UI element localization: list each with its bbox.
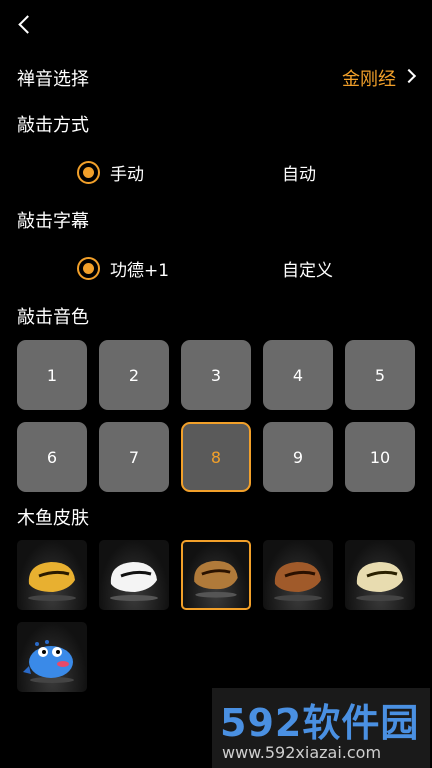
- tone-button-9[interactable]: 9: [263, 422, 333, 492]
- strike-caption-title: 敲击字幕: [17, 211, 89, 232]
- wood-fish-icon: [274, 562, 322, 601]
- tone-button-6[interactable]: 6: [17, 422, 87, 492]
- tone-button-3[interactable]: 3: [181, 340, 251, 410]
- radio-auto[interactable]: 自动: [282, 157, 316, 187]
- cream-fish-icon: [356, 562, 404, 601]
- strike-tone-title: 敲击音色: [17, 307, 89, 328]
- radio-manual-label: 手动: [110, 164, 144, 185]
- fish-skin-title: 木鱼皮肤: [17, 508, 89, 529]
- radio-merit-label: 功德+1: [110, 260, 170, 281]
- radio-selected-icon: [77, 256, 100, 280]
- skin-tile-blue-cartoon[interactable]: [17, 622, 87, 692]
- tone-button-10[interactable]: 10: [345, 422, 415, 492]
- blue-cartoon-fish-icon: [23, 640, 74, 683]
- tone-button-7[interactable]: 7: [99, 422, 169, 492]
- radio-manual[interactable]: 手动: [77, 157, 144, 187]
- radio-merit[interactable]: 功德+1: [77, 253, 169, 283]
- chevron-right-icon: [401, 68, 417, 84]
- strike-mode-options: 手动 自动: [0, 157, 432, 187]
- radio-auto-label: 自动: [282, 164, 316, 185]
- skin-tile-yellow[interactable]: [17, 540, 87, 610]
- skin-tile-white[interactable]: [99, 540, 169, 610]
- skin-tile-wood[interactable]: [263, 540, 333, 610]
- tone-button-2[interactable]: 2: [99, 340, 169, 410]
- watermark-url: www.592xiazai.com: [222, 743, 382, 762]
- tone-button-1[interactable]: 1: [17, 340, 87, 410]
- watermark-title: 592软件园: [220, 701, 420, 745]
- skin-tile-cream[interactable]: [345, 540, 415, 610]
- radio-selected-icon: [77, 160, 100, 184]
- strike-caption-options: 功德+1 自定义: [0, 253, 432, 283]
- tone-button-5[interactable]: 5: [345, 340, 415, 410]
- yellow-fish-icon: [28, 562, 76, 601]
- tone-button-8[interactable]: 8: [181, 422, 251, 492]
- zen-sound-value[interactable]: 金刚经: [342, 65, 396, 91]
- skin-tile-bronze[interactable]: [181, 540, 251, 610]
- watermark: 592软件园 www.592xiazai.com: [212, 688, 430, 768]
- bronze-fish-icon: [194, 560, 238, 598]
- tone-button-4[interactable]: 4: [263, 340, 333, 410]
- radio-custom[interactable]: 自定义: [282, 253, 333, 283]
- zen-sound-row[interactable]: 禅音选择 金刚经: [17, 64, 420, 90]
- strike-mode-title: 敲击方式: [17, 115, 89, 136]
- radio-custom-label: 自定义: [282, 260, 333, 281]
- white-fish-icon: [110, 562, 158, 601]
- zen-sound-label: 禅音选择: [17, 69, 89, 90]
- back-button[interactable]: [12, 10, 36, 40]
